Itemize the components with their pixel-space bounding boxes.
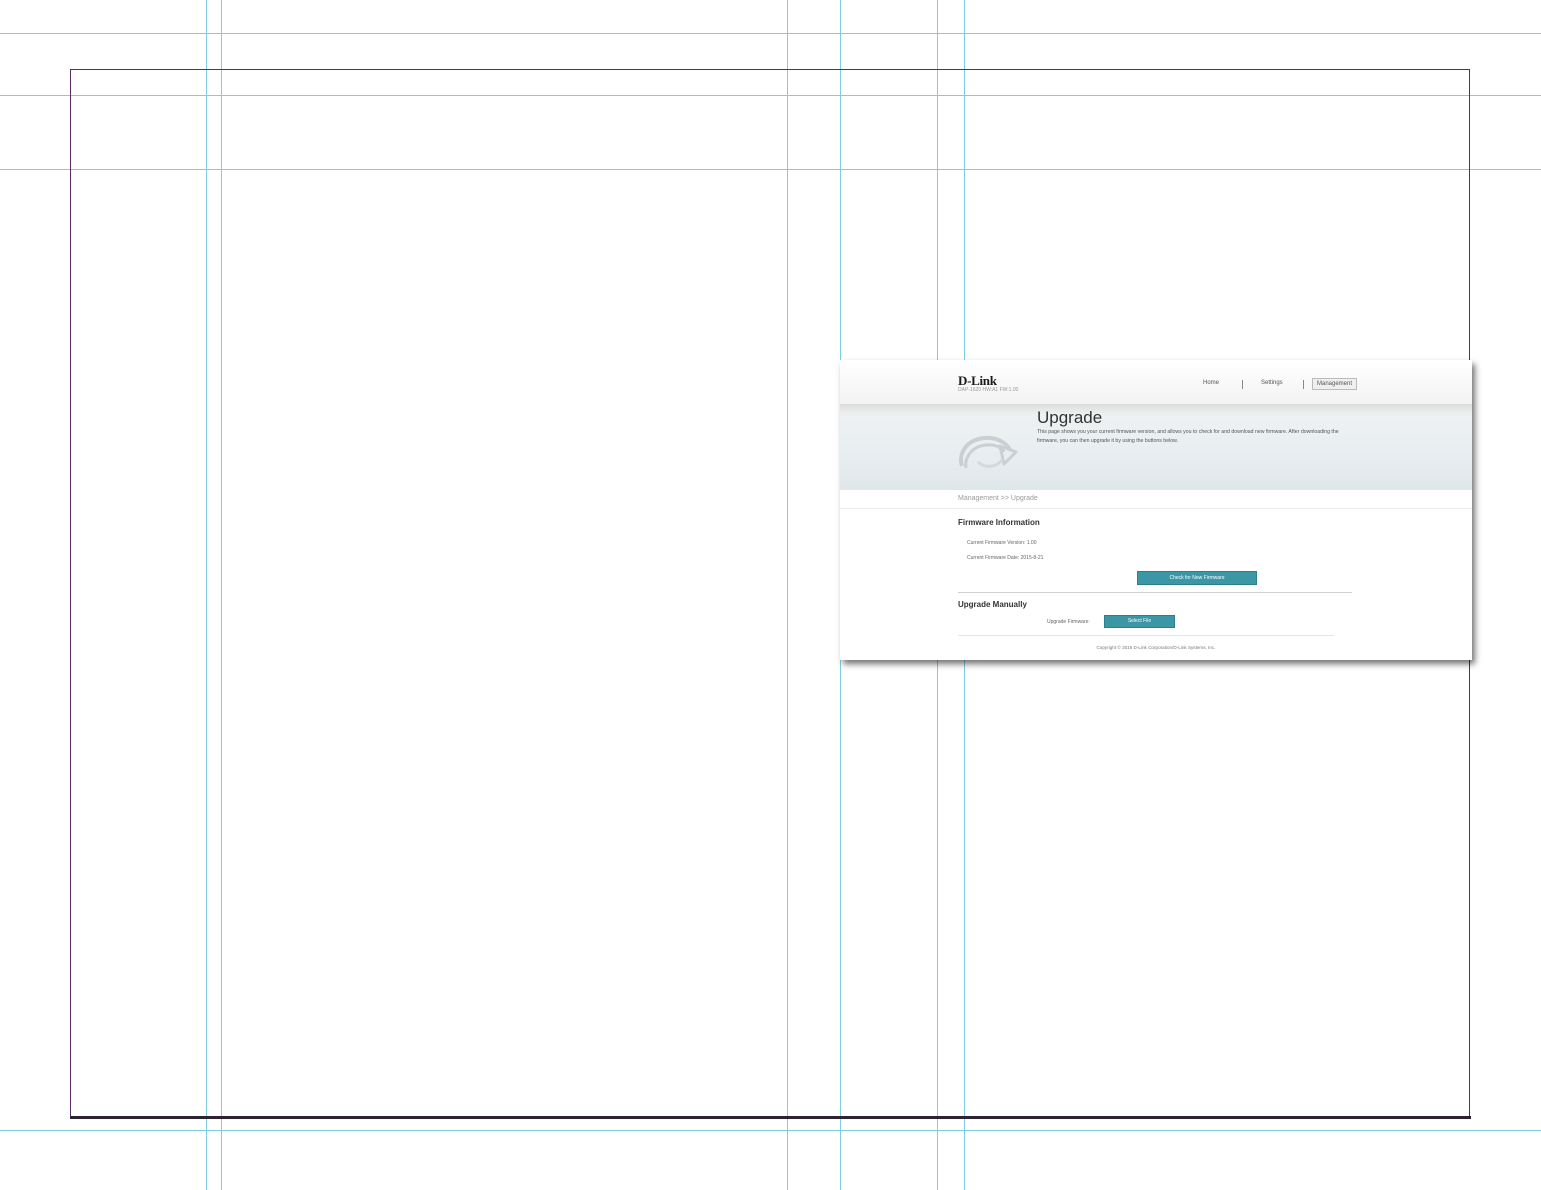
current-firmware-version: Current Firmware Version: 1.00: [967, 540, 1037, 546]
nav-separator: [1242, 380, 1243, 389]
upgrade-manually-heading: Upgrade Manually: [958, 600, 1027, 609]
page-description: This page shows you your current firmwar…: [1037, 429, 1339, 444]
nav-separator: [1303, 380, 1304, 389]
nav-management[interactable]: Management: [1312, 378, 1357, 390]
footer-divider: [958, 635, 1334, 636]
upgrade-icon: [959, 435, 1018, 469]
nav-home[interactable]: Home: [1203, 380, 1219, 386]
layout-canvas: D-Link DAP-1620 HW:A1 FW:1.00 Home Setti…: [0, 0, 1541, 1190]
select-file-button[interactable]: Select File: [1104, 615, 1175, 628]
nav-settings[interactable]: Settings: [1261, 380, 1283, 386]
guide-line: [0, 33, 1541, 34]
copyright-footer: Copyright © 2015 D-Link Corporation/D-Li…: [1096, 645, 1216, 650]
page-banner: [840, 404, 1472, 490]
router-header: D-Link DAP-1620 HW:A1 FW:1.00 Home Setti…: [840, 360, 1472, 405]
section-divider: [958, 592, 1352, 593]
page-title: Upgrade: [1037, 408, 1103, 427]
current-firmware-date: Current Firmware Date: 2015-8-21: [967, 555, 1044, 561]
guide-line: [0, 1130, 1541, 1131]
page-frame-bottom-rule: [70, 1116, 1471, 1119]
upgrade-firmware-label: Upgrade Firmware:: [1047, 619, 1090, 625]
check-for-new-firmware-button[interactable]: Check for New Firmware: [1137, 571, 1257, 585]
firmware-information-heading: Firmware Information: [958, 518, 1040, 527]
router-upgrade-screenshot: D-Link DAP-1620 HW:A1 FW:1.00 Home Setti…: [840, 360, 1472, 660]
breadcrumb-divider: [840, 508, 1472, 509]
model-info: DAP-1620 HW:A1 FW:1.00: [958, 387, 1019, 393]
breadcrumb: Management >> Upgrade: [958, 495, 1038, 502]
